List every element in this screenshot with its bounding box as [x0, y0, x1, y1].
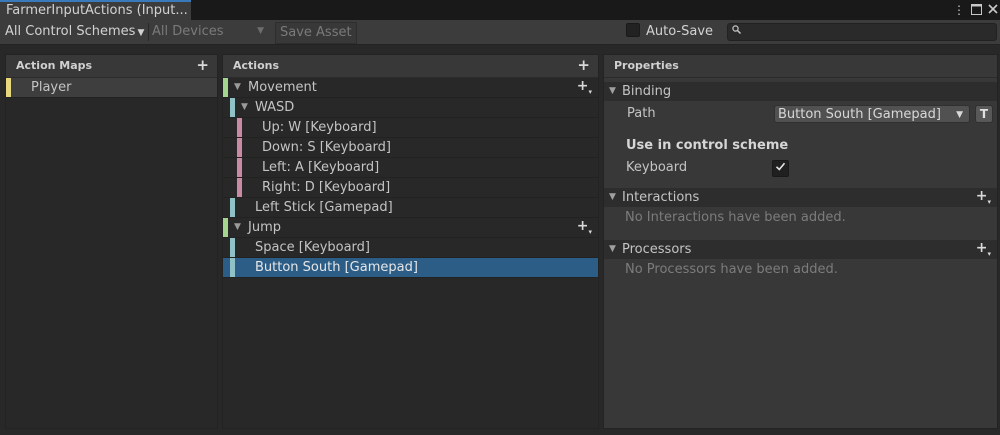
devices-label: All Devices — [152, 24, 224, 39]
processors-section-title: Processors — [622, 242, 692, 257]
save-asset-button[interactable]: Save Asset — [275, 22, 357, 44]
action-maps-title: Action Maps — [16, 59, 93, 72]
color-bar — [230, 98, 235, 117]
expand-triangle-icon[interactable]: ▼ — [609, 188, 616, 207]
action-label: Movement — [248, 80, 317, 95]
color-bar — [237, 158, 242, 177]
search-icon — [732, 25, 741, 37]
add-action-map-icon[interactable]: + — [196, 55, 209, 75]
control-scheme-label: All Control Schemes — [5, 24, 136, 39]
path-dropdown[interactable]: Button South [Gamepad] ▼ — [774, 105, 970, 123]
actions-panel: Actions + ▼ Movement +▾ ▼ WASD Up: W [Ke… — [222, 54, 599, 429]
auto-save-label: Auto-Save — [646, 24, 714, 39]
control-scheme-heading: Use in control scheme — [626, 138, 789, 153]
text-mode-button[interactable]: T — [975, 105, 993, 123]
control-scheme-heading-row: Use in control scheme — [604, 135, 997, 157]
action-maps-header: Action Maps + — [6, 55, 217, 78]
action-maps-panel: Action Maps + Player — [5, 54, 218, 429]
expand-triangle-icon[interactable]: ▼ — [609, 82, 616, 101]
interactions-section-header[interactable]: ▼ Interactions +▾ — [604, 188, 997, 207]
auto-save-checkbox[interactable] — [626, 23, 640, 37]
maximize-icon[interactable] — [971, 3, 982, 17]
kebab-menu-icon[interactable]: ⋮ — [953, 4, 965, 16]
binding-row-left[interactable]: Left: A [Keyboard] — [223, 158, 598, 178]
properties-panel: Properties ▼ Binding Path Button South [… — [603, 54, 998, 429]
color-bar — [6, 78, 11, 97]
color-bar — [223, 78, 228, 97]
color-bar — [223, 218, 228, 237]
color-bar — [237, 138, 242, 157]
properties-body: ▼ Binding Path Button South [Gamepad] ▼ … — [604, 78, 997, 428]
toolbar: All Control Schemes ▼ All Devices ▼ Save A… — [0, 20, 1000, 45]
binding-label: Right: D [Keyboard] — [262, 180, 391, 195]
action-map-label: Player — [31, 80, 72, 95]
action-label: Jump — [248, 220, 281, 235]
binding-row-down[interactable]: Down: S [Keyboard] — [223, 138, 598, 158]
binding-row-button-south[interactable]: Button South [Gamepad] — [223, 258, 598, 278]
chevron-down-icon: ▼ — [257, 26, 264, 36]
binding-row-space[interactable]: Space [Keyboard] — [223, 238, 598, 258]
color-bar — [237, 118, 242, 137]
color-bar — [237, 178, 242, 197]
properties-header: Properties — [604, 55, 997, 78]
path-label: Path — [627, 106, 656, 121]
add-action-icon[interactable]: + — [577, 55, 590, 75]
chevron-down-icon: ▼ — [956, 110, 963, 120]
binding-section-title: Binding — [622, 84, 672, 99]
binding-label: Left: A [Keyboard] — [262, 160, 380, 175]
expand-triangle-icon[interactable]: ▼ — [241, 98, 248, 117]
composite-label: WASD — [255, 100, 295, 115]
window-tab-bar: FarmerInputActions (Input... ⋮ — [0, 0, 1000, 20]
scheme-row-keyboard: Keyboard — [604, 157, 997, 179]
action-row-movement[interactable]: ▼ Movement +▾ — [223, 78, 598, 98]
binding-label: Down: S [Keyboard] — [262, 140, 391, 155]
path-row: Path Button South [Gamepad] ▼ T — [604, 103, 997, 125]
interactions-empty-note: No Interactions have been added. — [625, 210, 846, 225]
checkmark-icon — [775, 162, 786, 171]
chevron-down-icon: ▼ — [137, 28, 145, 38]
scheme-label: Keyboard — [626, 160, 688, 175]
divider — [148, 23, 149, 41]
binding-label: Space [Keyboard] — [255, 240, 371, 255]
devices-dropdown[interactable]: All Devices ▼ — [152, 20, 270, 43]
expand-triangle-icon[interactable]: ▼ — [609, 240, 616, 259]
properties-title: Properties — [614, 59, 679, 72]
action-row-jump[interactable]: ▼ Jump +▾ — [223, 218, 598, 238]
close-icon[interactable] — [988, 4, 998, 16]
interactions-section-title: Interactions — [622, 190, 700, 205]
color-bar — [230, 238, 235, 257]
binding-label: Left Stick [Gamepad] — [255, 200, 393, 215]
action-maps-list: Player — [6, 78, 217, 428]
actions-title: Actions — [233, 59, 279, 72]
binding-label: Up: W [Keyboard] — [262, 120, 377, 135]
color-bar — [230, 258, 235, 277]
color-bar — [230, 198, 235, 217]
window-tab[interactable]: FarmerInputActions (Input... — [0, 0, 191, 20]
expand-triangle-icon[interactable]: ▼ — [234, 218, 241, 237]
binding-row-up[interactable]: Up: W [Keyboard] — [223, 118, 598, 138]
processors-empty-note: No Processors have been added. — [625, 262, 838, 277]
binding-row-left-stick[interactable]: Left Stick [Gamepad] — [223, 198, 598, 218]
expand-triangle-icon[interactable]: ▼ — [234, 78, 241, 97]
binding-row-right[interactable]: Right: D [Keyboard] — [223, 178, 598, 198]
processors-section-header[interactable]: ▼ Processors +▾ — [604, 240, 997, 259]
action-map-item-player[interactable]: Player — [6, 78, 217, 98]
auto-save-toggle[interactable]: Auto-Save — [626, 20, 713, 43]
control-scheme-dropdown[interactable]: All Control Schemes ▼ — [5, 20, 144, 43]
binding-label: Button South [Gamepad] — [255, 260, 418, 275]
binding-section-header[interactable]: ▼ Binding — [604, 82, 997, 101]
actions-header: Actions + — [223, 55, 598, 78]
path-value: Button South [Gamepad] — [778, 107, 941, 122]
search-input[interactable] — [727, 23, 997, 41]
composite-row-wasd[interactable]: ▼ WASD — [223, 98, 598, 118]
scheme-checkbox[interactable] — [772, 160, 789, 177]
actions-tree: ▼ Movement +▾ ▼ WASD Up: W [Keyboard] Do… — [223, 78, 598, 428]
